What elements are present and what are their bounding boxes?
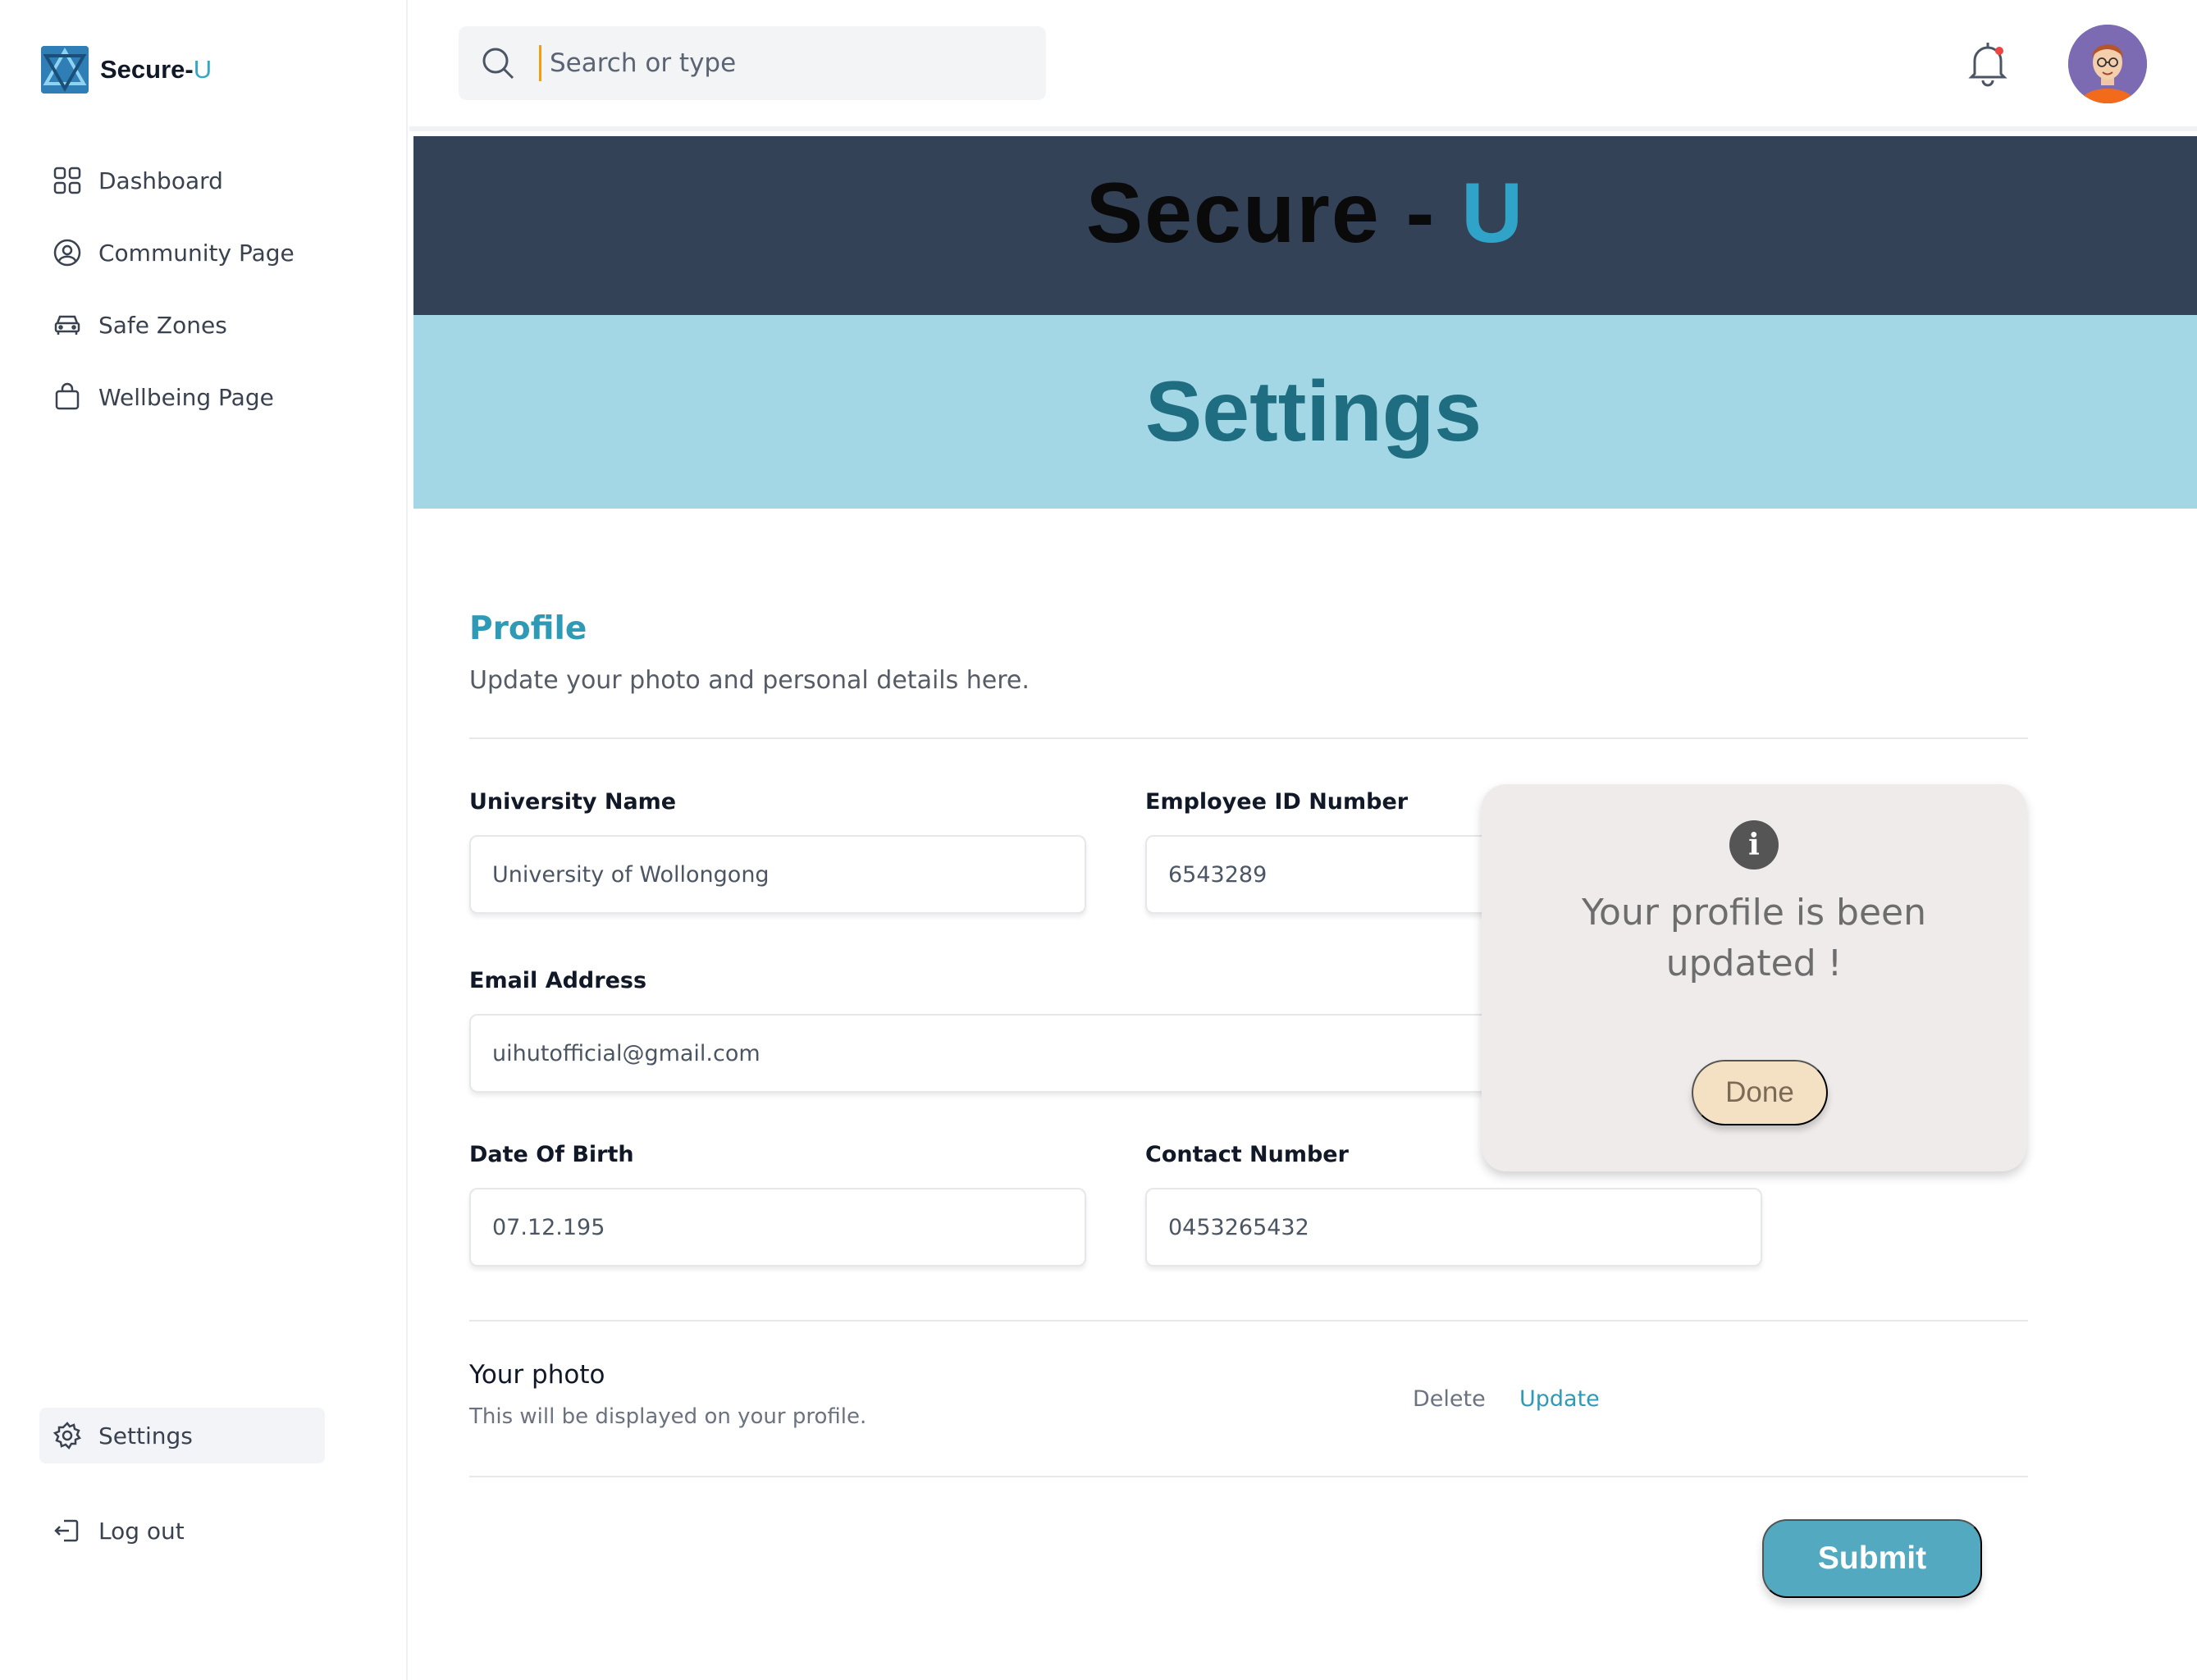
search-icon [482,48,514,80]
page-title: Settings [1144,363,1482,459]
toast-message: Your profile is been updated ! [1582,892,1926,984]
app-title: Secure - U [1085,165,1525,261]
logout-label: Log out [98,1517,185,1545]
contact-field[interactable]: 0453265432 [1145,1188,1762,1267]
contact-label: Contact Number [1145,1142,1349,1167]
avatar[interactable] [2068,25,2147,103]
sidebar-item-label: Safe Zones [98,311,227,339]
page-title-banner: Settings [413,315,2197,509]
email-label: Email Address [469,968,647,993]
notification-bell-icon[interactable] [1966,38,2009,87]
divider [469,737,2028,739]
profile-section-title: Profile [469,610,587,647]
dob-label: Date Of Birth [469,1142,634,1167]
sidebar-item-label: Community Page [98,239,295,267]
sidebar-item-label: Dashboard [98,167,223,194]
profile-updated-toast: i Your profile is been updated ! Done [1482,784,2026,1171]
info-icon: i [1729,820,1779,870]
photo-section-subtitle: This will be displayed on your profile. [469,1404,867,1429]
app-title-banner: Secure - U [413,136,2197,315]
divider [469,1320,2028,1322]
university-field[interactable]: University of Wollongong [469,835,1086,914]
delete-photo-button[interactable]: Delete [1413,1386,1486,1412]
sidebar-item-label: Wellbeing Page [98,383,274,411]
sidebar-item-settings[interactable]: Settings [39,1408,325,1463]
dob-field[interactable]: 07.12.195 [469,1188,1086,1267]
profile-section-subtitle: Update your photo and personal details h… [469,666,1030,695]
sidebar-nav: Dashboard Community Page Safe Zones Well… [39,156,368,445]
top-bar: Search or type [409,0,2197,131]
employee-id-label: Employee ID Number [1145,789,1409,815]
submit-button[interactable]: Submit [1762,1519,1982,1598]
sidebar-item-community[interactable]: Community Page [39,228,368,277]
sidebar: Secure-U Dashboard Community Page Safe Z… [0,0,408,1680]
user-circle-icon [53,239,81,267]
brand-name: Secure-U [100,55,212,84]
university-label: University Name [469,789,677,815]
sidebar-item-dashboard[interactable]: Dashboard [39,156,368,205]
brand[interactable]: Secure-U [41,46,212,94]
update-photo-button[interactable]: Update [1519,1386,1600,1412]
text-caret [539,45,541,81]
sidebar-item-label: Settings [98,1422,193,1449]
search-input[interactable]: Search or type [459,26,1046,100]
divider [469,1476,2028,1477]
car-icon [54,315,80,335]
brand-logo-icon [41,46,89,94]
search-placeholder: Search or type [550,48,737,78]
grid-icon [53,167,81,194]
gear-icon [53,1422,81,1450]
logout-button[interactable]: Log out [39,1503,185,1559]
sidebar-item-wellbeing[interactable]: Wellbeing Page [39,372,368,422]
sidebar-item-safe-zones[interactable]: Safe Zones [39,300,368,349]
bag-icon [55,382,80,410]
done-button[interactable]: Done [1692,1060,1828,1125]
photo-section-title: Your photo [469,1360,605,1390]
logout-icon [54,1519,79,1542]
